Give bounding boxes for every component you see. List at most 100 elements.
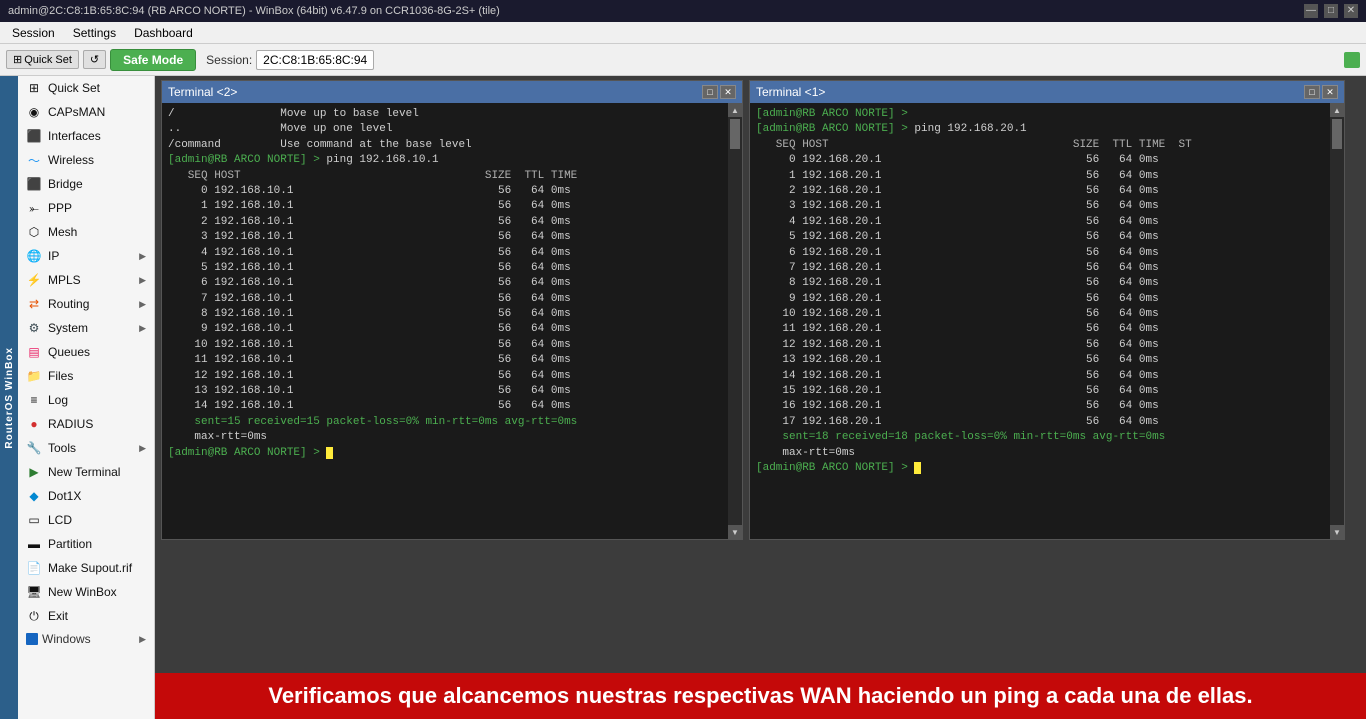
ppp-label: PPP xyxy=(48,201,72,215)
menu-dashboard[interactable]: Dashboard xyxy=(126,24,201,42)
sidebar-item-mpls[interactable]: ⚡MPLS▶ xyxy=(18,268,154,292)
sidebar-item-dot1x[interactable]: ◆Dot1X xyxy=(18,484,154,508)
quick-set-button[interactable]: ⊞ Quick Set xyxy=(6,50,79,69)
sidebar-item-routing[interactable]: ⇄Routing▶ xyxy=(18,292,154,316)
terminal-2-maximize[interactable]: □ xyxy=(702,85,718,99)
terminal-line: [admin@RB ARCO NORTE] > xyxy=(756,461,1324,476)
sidebar-item-lcd[interactable]: ▭LCD xyxy=(18,508,154,532)
sidebar-item-radius[interactable]: ●RADIUS xyxy=(18,412,154,436)
terminal-line: 7 192.168.10.1 56 64 0ms xyxy=(168,292,722,307)
sidebar-item-tools[interactable]: 🔧Tools▶ xyxy=(18,436,154,460)
terminal-line: 5 192.168.20.1 56 64 0ms xyxy=(756,230,1324,245)
terminal-2-buttons[interactable]: □ ✕ xyxy=(702,85,736,99)
close-button[interactable]: ✕ xyxy=(1344,4,1358,18)
routeros-winbox-label: RouterOS WinBox xyxy=(0,76,18,719)
sidebar-item-windows[interactable]: Windows ▶ xyxy=(18,628,154,650)
terminal-2-scroll-down[interactable]: ▼ xyxy=(728,525,742,539)
mpls-arrow: ▶ xyxy=(139,275,146,286)
terminal-1-scroll-down[interactable]: ▼ xyxy=(1330,525,1344,539)
maximize-button[interactable]: □ xyxy=(1324,4,1338,18)
exit-label: Exit xyxy=(48,609,68,623)
sidebar-item-new-winbox[interactable]: 🖥 New WinBox xyxy=(18,580,154,604)
terminal-line: 6 192.168.20.1 56 64 0ms xyxy=(756,246,1324,261)
partition-label: Partition xyxy=(48,537,92,551)
refresh-button[interactable]: ↺ xyxy=(83,50,106,69)
terminal-1-close[interactable]: ✕ xyxy=(1322,85,1338,99)
session-value: 2C:C8:1B:65:8C:94 xyxy=(256,50,374,70)
make-supout-icon: 📄 xyxy=(26,560,42,576)
sidebar-item-files[interactable]: 📁Files xyxy=(18,364,154,388)
sidebar-item-partition[interactable]: ▬Partition xyxy=(18,532,154,556)
new-winbox-label: New WinBox xyxy=(48,585,117,599)
terminal-line: 7 192.168.20.1 56 64 0ms xyxy=(756,261,1324,276)
terminal-1-buttons[interactable]: □ ✕ xyxy=(1304,85,1338,99)
terminal-1-title: Terminal <1> xyxy=(756,85,825,99)
terminal-1-scrollbar[interactable]: ▲ ▼ xyxy=(1330,103,1344,539)
terminal-line: 15 192.168.20.1 56 64 0ms xyxy=(756,384,1324,399)
routing-label: Routing xyxy=(48,297,89,311)
sidebar-item-ip[interactable]: 🌐IP▶ xyxy=(18,244,154,268)
terminal-line: [admin@RB ARCO NORTE] > ping 192.168.10.… xyxy=(168,153,722,168)
terminal-2-close[interactable]: ✕ xyxy=(720,85,736,99)
log-label: Log xyxy=(48,393,68,407)
sidebar-item-mesh[interactable]: ⬡Mesh xyxy=(18,220,154,244)
terminal-2-scroll-thumb[interactable] xyxy=(730,119,740,149)
terminal-1-scroll-thumb[interactable] xyxy=(1332,119,1342,149)
terminal-line: 3 192.168.20.1 56 64 0ms xyxy=(756,199,1324,214)
session-label: Session: xyxy=(206,53,252,67)
terminal-line: SEQ HOST SIZE TTL TIME xyxy=(168,169,722,184)
terminal-line: sent=15 received=15 packet-loss=0% min-r… xyxy=(168,415,722,430)
terminal-1-scroll-track xyxy=(1330,117,1344,525)
safe-mode-button[interactable]: Safe Mode xyxy=(110,49,196,71)
sidebar-item-wireless[interactable]: 〜Wireless xyxy=(18,148,154,172)
terminal-2-scrollbar[interactable]: ▲ ▼ xyxy=(728,103,742,539)
terminal-2-body[interactable]: / Move up to base level.. Move up one le… xyxy=(162,103,728,539)
sidebar-item-make-supout[interactable]: 📄Make Supout.rif xyxy=(18,556,154,580)
sidebar-item-new-terminal[interactable]: ▶New Terminal xyxy=(18,460,154,484)
terminal-1-titlebar: Terminal <1> □ ✕ xyxy=(750,81,1344,103)
terminal-line: 8 192.168.20.1 56 64 0ms xyxy=(756,276,1324,291)
ppp-icon: ⤜ xyxy=(26,200,42,216)
sidebar-item-log[interactable]: ≡ Log xyxy=(18,388,154,412)
titlebar-controls[interactable]: — □ ✕ xyxy=(1304,4,1358,18)
sidebar-item-exit[interactable]: ⏻Exit xyxy=(18,604,154,628)
terminal-line: 10 192.168.10.1 56 64 0ms xyxy=(168,338,722,353)
ip-label: IP xyxy=(48,249,59,263)
tools-arrow: ▶ xyxy=(139,443,146,454)
sidebar: RouterOS WinBox ⊞Quick Set◉CAPsMAN⬛Inter… xyxy=(0,76,155,719)
lcd-icon: ▭ xyxy=(26,512,42,528)
terminal-2-content-wrap: / Move up to base level.. Move up one le… xyxy=(162,103,742,539)
sidebar-item-ppp[interactable]: ⤜ PPP xyxy=(18,196,154,220)
terminal-line: 13 192.168.20.1 56 64 0ms xyxy=(756,353,1324,368)
log-icon: ≡ xyxy=(26,392,42,408)
menu-session[interactable]: Session xyxy=(4,24,63,42)
sidebar-item-interfaces[interactable]: ⬛Interfaces xyxy=(18,124,154,148)
terminal-line: 6 192.168.10.1 56 64 0ms xyxy=(168,276,722,291)
sidebar-item-system[interactable]: ⚙System▶ xyxy=(18,316,154,340)
terminal-line: 0 192.168.20.1 56 64 0ms xyxy=(756,153,1324,168)
windows-arrow: ▶ xyxy=(139,634,146,645)
files-label: Files xyxy=(48,369,73,383)
minimize-button[interactable]: — xyxy=(1304,4,1318,18)
system-label: System xyxy=(48,321,88,335)
terminal-line: [admin@RB ARCO NORTE] > ping 192.168.20.… xyxy=(756,122,1324,137)
terminal-line: 11 192.168.20.1 56 64 0ms xyxy=(756,322,1324,337)
sidebar-item-queues[interactable]: ▤Queues xyxy=(18,340,154,364)
menu-settings[interactable]: Settings xyxy=(65,24,124,42)
refresh-icon: ↺ xyxy=(90,53,99,66)
radius-icon: ● xyxy=(26,416,42,432)
main-layout: RouterOS WinBox ⊞Quick Set◉CAPsMAN⬛Inter… xyxy=(0,76,1366,719)
terminal-line: 17 192.168.20.1 56 64 0ms xyxy=(756,415,1324,430)
terminal-line: 1 192.168.10.1 56 64 0ms xyxy=(168,199,722,214)
interfaces-label: Interfaces xyxy=(48,129,101,143)
sidebar-item-capsman[interactable]: ◉CAPsMAN xyxy=(18,100,154,124)
terminal-line: 1 192.168.20.1 56 64 0ms xyxy=(756,169,1324,184)
sidebar-item-quick-set[interactable]: ⊞Quick Set xyxy=(18,76,154,100)
terminal-1-body[interactable]: [admin@RB ARCO NORTE] > [admin@RB ARCO NO… xyxy=(750,103,1330,539)
terminal-1-maximize[interactable]: □ xyxy=(1304,85,1320,99)
sidebar-item-bridge[interactable]: ⬛Bridge xyxy=(18,172,154,196)
terminal-2-scroll-up[interactable]: ▲ xyxy=(728,103,742,117)
terminal-1-scroll-up[interactable]: ▲ xyxy=(1330,103,1344,117)
new-winbox-icon: 🖥 xyxy=(26,584,42,600)
terminal-2-scroll-track xyxy=(728,117,742,525)
